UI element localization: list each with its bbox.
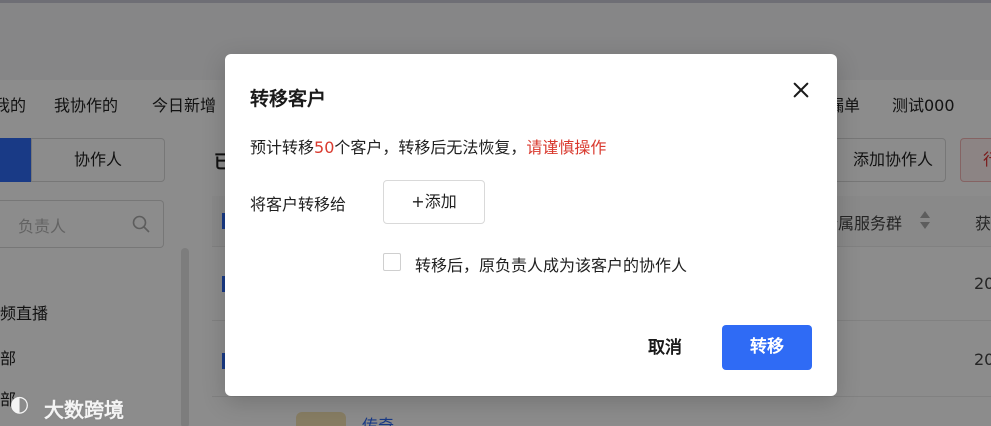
dialog-title: 转移客户	[250, 88, 327, 110]
message-middle: 个客户，转移后无法恢复，	[334, 138, 527, 157]
add-assignee-button[interactable]: +添加	[383, 180, 485, 224]
close-icon[interactable]	[791, 80, 811, 100]
confirm-transfer-button[interactable]: 转移	[722, 325, 812, 370]
caution-text: 请谨慎操作	[526, 138, 607, 157]
transfer-customer-dialog: 转移客户 预计转移50个客户，转移后无法恢复，请谨慎操作 将客户转移给 +添加 …	[225, 54, 837, 396]
checkbox-label[interactable]: 转移后，原负责人成为该客户的协作人	[415, 252, 687, 276]
transfer-warning-message: 预计转移50个客户，转移后无法恢复，请谨慎操作	[250, 134, 606, 158]
cancel-button[interactable]: 取消	[630, 326, 700, 370]
watermark-logo-icon: ◐	[10, 392, 30, 417]
transfer-to-label: 将客户转移给	[250, 195, 347, 214]
message-prefix: 预计转移	[250, 138, 315, 157]
keep-as-collaborator-checkbox[interactable]	[383, 253, 401, 271]
watermark-text: 大数跨境	[44, 398, 124, 422]
transfer-count: 50	[314, 138, 335, 157]
